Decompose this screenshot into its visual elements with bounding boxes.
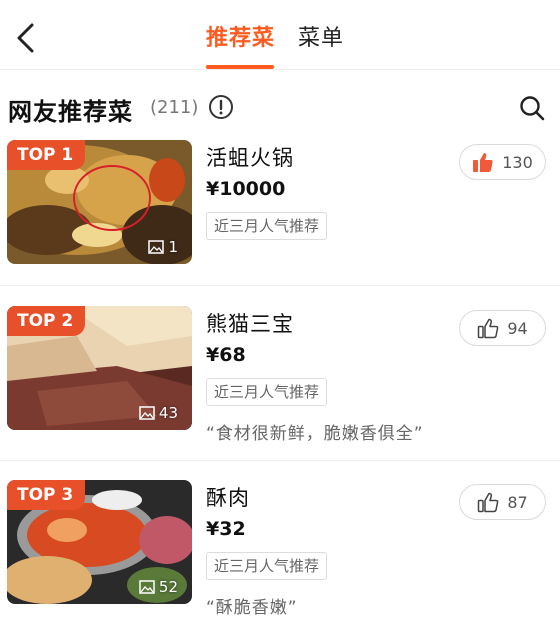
rank-badge: TOP 3 <box>7 480 86 510</box>
like-count: 87 <box>507 492 528 512</box>
dish-item-1[interactable]: TOP 1 1 活蛆火锅 ¥10000 近三月人气推荐 130 <box>0 140 560 290</box>
rank-badge: TOP 2 <box>7 306 86 336</box>
dish-name: 熊猫三宝 <box>206 312 294 336</box>
popularity-tag: 近三月人气推荐 <box>206 378 328 406</box>
rank-badge: TOP 1 <box>7 140 86 170</box>
recommend-count: (211) <box>150 97 199 118</box>
dish-photo[interactable]: TOP 3 52 <box>7 480 192 604</box>
photo-count-value: 52 <box>158 578 178 596</box>
dish-price: ¥68 <box>206 344 246 366</box>
picture-icon <box>139 580 155 594</box>
dish-item-3[interactable]: TOP 3 52 酥肉 ¥32 近三月人气推荐 “酥脆香嫩” 87 <box>0 480 560 625</box>
like-button[interactable]: 87 <box>459 484 546 520</box>
divider <box>0 460 560 461</box>
active-tab-indicator <box>206 65 274 69</box>
thumbs-up-icon <box>478 318 499 339</box>
back-arrow-icon[interactable] <box>12 20 42 56</box>
picture-icon <box>148 240 165 254</box>
section-header: 网友推荐菜 (211) <box>0 88 560 128</box>
review-quote: “食材很新鲜，脆嫩香俱全” <box>206 424 424 444</box>
dish-price: ¥10000 <box>206 178 286 200</box>
like-count: 94 <box>507 318 528 338</box>
picture-icon <box>139 406 155 420</box>
photo-count-value: 43 <box>158 404 178 422</box>
popularity-tag: 近三月人气推荐 <box>206 212 328 240</box>
section-title: 网友推荐菜 <box>8 98 133 126</box>
search-icon[interactable] <box>518 94 546 122</box>
dish-item-2[interactable]: TOP 2 43 熊猫三宝 ¥68 近三月人气推荐 “食材很新鲜，脆嫩香俱全” … <box>0 306 560 456</box>
like-button[interactable]: 130 <box>459 144 546 180</box>
photo-count: 43 <box>139 404 178 422</box>
photo-count: 52 <box>139 578 178 596</box>
popularity-tag: 近三月人气推荐 <box>206 552 328 580</box>
tab-menu[interactable]: 菜单 <box>298 24 344 54</box>
thumbs-up-icon <box>478 492 499 513</box>
like-count: 130 <box>502 152 533 172</box>
dish-name: 活蛆火锅 <box>206 146 294 170</box>
tab-recommended[interactable]: 推荐菜 <box>206 24 275 54</box>
dish-price: ¥32 <box>206 518 246 540</box>
info-icon[interactable] <box>208 94 234 120</box>
review-quote: “酥脆香嫩” <box>206 598 298 618</box>
divider <box>0 285 560 286</box>
photo-count: 1 <box>148 238 178 256</box>
thumbs-up-filled-icon <box>473 153 493 172</box>
top-bar: 推荐菜 菜单 <box>0 0 560 70</box>
dish-photo[interactable]: TOP 1 1 <box>7 140 192 264</box>
dish-photo[interactable]: TOP 2 43 <box>7 306 192 430</box>
photo-count-value: 1 <box>168 238 178 256</box>
dish-name: 酥肉 <box>206 486 250 510</box>
like-button[interactable]: 94 <box>459 310 546 346</box>
